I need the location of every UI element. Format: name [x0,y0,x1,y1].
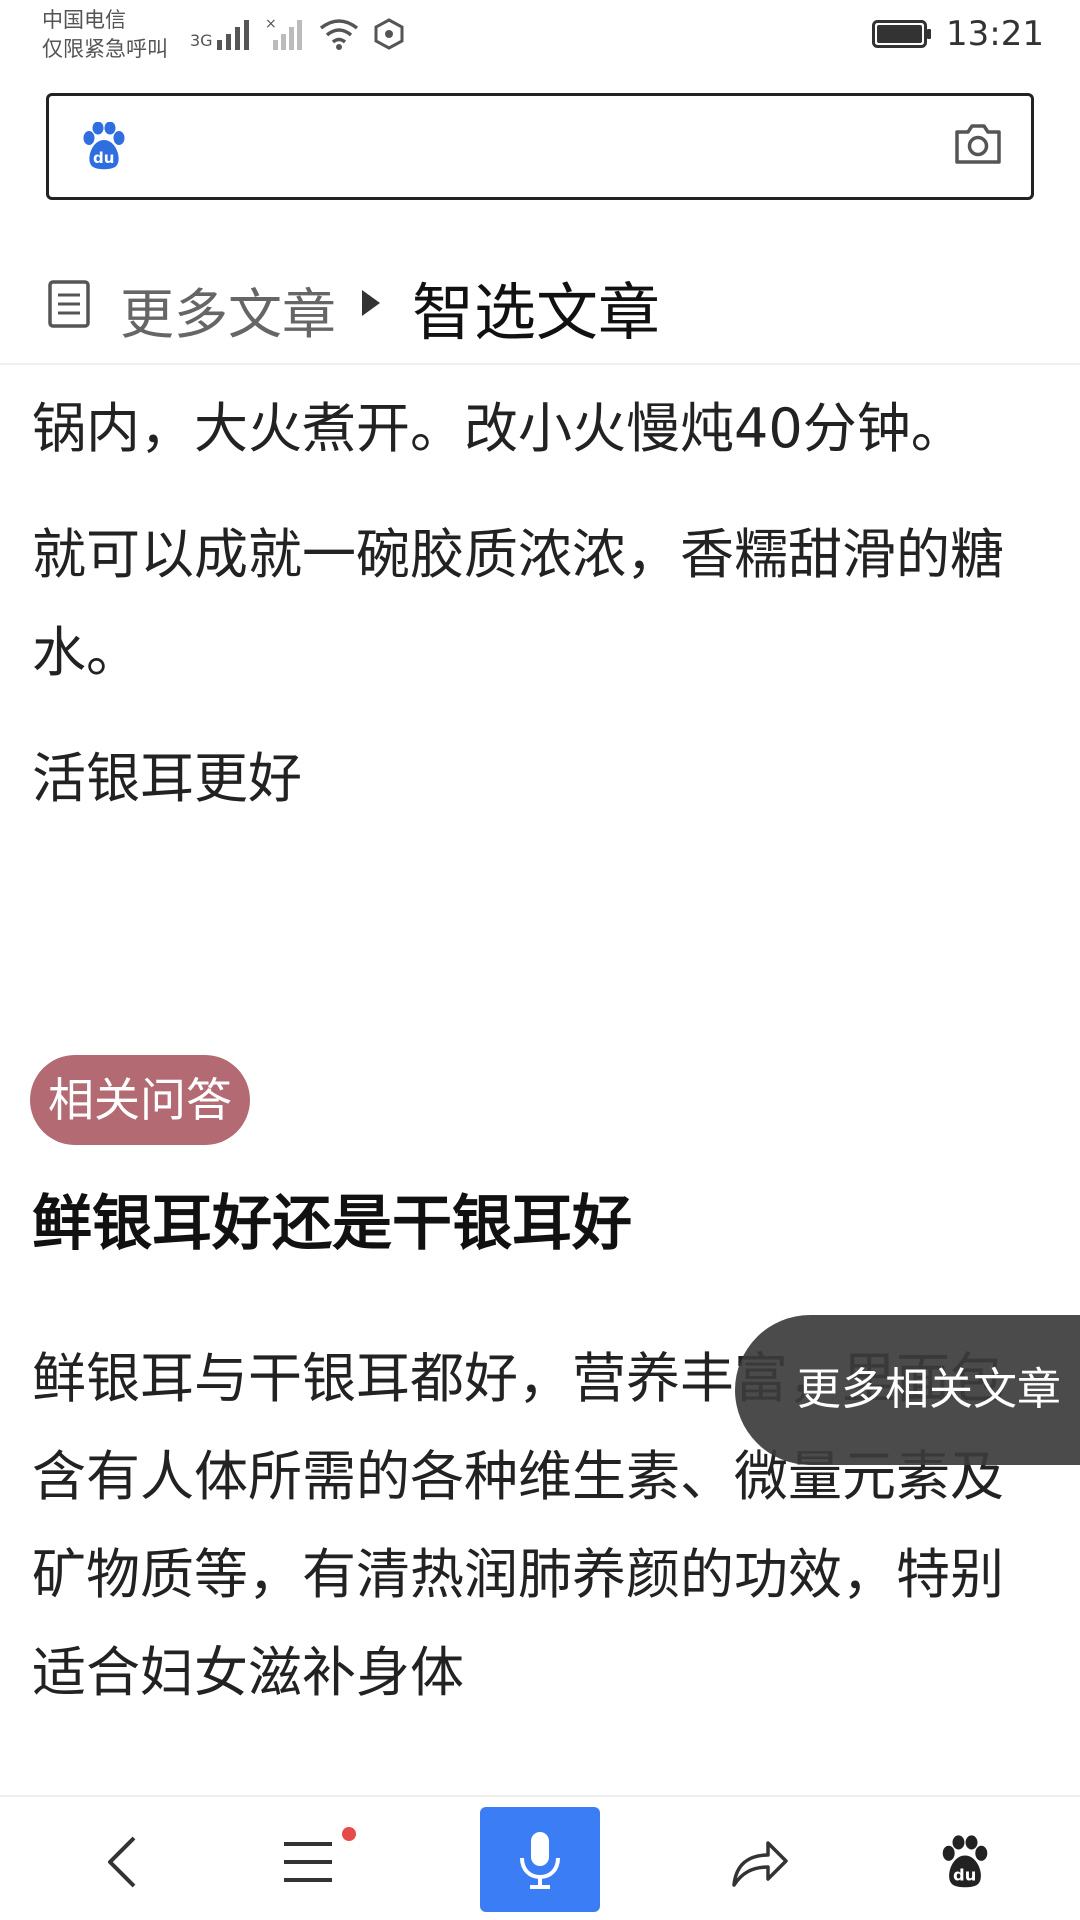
related-qa-tag: 相关问答 [30,1055,250,1145]
smart-articles-title: 智选文章 [412,276,661,349]
clock: 13:21 [946,14,1044,54]
battery-icon [872,20,932,48]
svg-text:du: du [953,1865,976,1884]
chevron-left-icon [108,1836,136,1888]
document-icon[interactable] [48,280,90,328]
notification-dot [342,1827,356,1841]
status-icons: 3G × [190,16,405,50]
hexagon-icon [374,18,404,50]
play-arrow-icon [362,290,380,316]
status-right: 13:21 [872,14,1044,54]
voice-search-button[interactable] [480,1807,600,1912]
share-icon [732,1841,788,1887]
signal-icon [216,20,249,50]
back-button[interactable] [82,1822,162,1902]
article-paragraph: 活银耳更好 [32,747,302,810]
article-content: 锅内，大火煮开。改小火慢炖40分钟。 就可以成就一碗胶质浓浓，香糯甜滑的糖水。 … [32,380,1022,828]
svg-text:du: du [93,149,114,167]
no-signal-icon: × [265,16,302,50]
status-bar: 中国电信 仅限紧急呼叫 3G × 13:21 [0,0,1080,80]
camera-icon[interactable] [953,122,1003,166]
article-paragraph: 锅内，大火煮开。改小火慢炖40分钟。 [32,397,965,460]
menu-button[interactable] [268,1822,348,1902]
more-articles-link[interactable]: 更多文章 [120,270,336,349]
svg-text:×: × [265,16,277,32]
article-nav: 更多文章 智选文章 [0,240,1080,365]
article-paragraph: 就可以成就一碗胶质浓浓，香糯甜滑的糖水。 [32,523,1004,684]
bottom-toolbar: du [0,1795,1080,1920]
baidu-home-button[interactable]: du [925,1822,1005,1902]
search-input[interactable] [139,116,919,176]
carrier-info: 中国电信 仅限紧急呼叫 [42,6,168,64]
wifi-icon [319,19,358,50]
search-bar[interactable]: du [46,93,1034,200]
network-type-label: 3G [190,31,213,50]
baidu-paw-icon: du [83,122,125,170]
baidu-paw-icon: du [942,1835,988,1888]
qa-title[interactable]: 鲜银耳好还是干银耳好 [32,1175,632,1262]
menu-icon [284,1842,332,1882]
more-related-articles-button[interactable]: 更多相关文章 [735,1315,1080,1465]
carrier-name: 中国电信 [42,8,126,32]
microphone-icon [520,1831,560,1889]
emergency-only-label: 仅限紧急呼叫 [42,37,168,61]
share-button[interactable] [720,1822,800,1902]
